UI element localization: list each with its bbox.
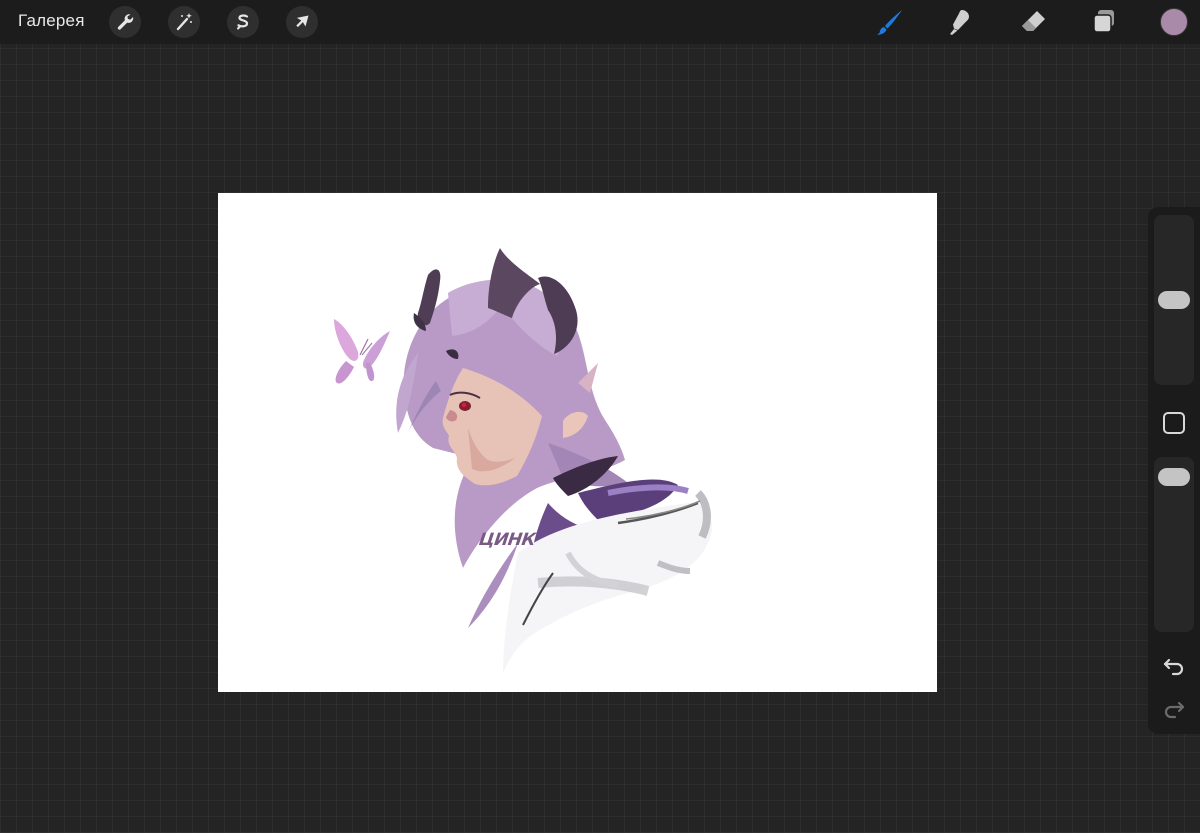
wrench-icon <box>117 14 134 30</box>
magic-wand-icon <box>176 13 192 31</box>
undo-button[interactable] <box>1160 654 1188 678</box>
adjustments-button[interactable] <box>168 6 200 38</box>
brush-size-slider[interactable] <box>1154 215 1194 385</box>
gallery-button[interactable]: Галерея <box>18 11 85 31</box>
selection-button[interactable] <box>227 6 259 38</box>
redo-icon <box>1164 701 1185 719</box>
modify-button[interactable] <box>1163 412 1185 434</box>
butterfly-drawing <box>334 319 390 384</box>
procreate-app: Галерея ЦИНК <box>0 0 1200 833</box>
artist-signature: ЦИНК <box>477 530 537 550</box>
eraser-tool-button[interactable] <box>1016 5 1050 39</box>
undo-icon <box>1163 658 1184 676</box>
drawing-canvas[interactable]: ЦИНК <box>218 193 937 692</box>
layers-icon <box>1093 10 1114 33</box>
smudge-icon <box>950 10 969 35</box>
opacity-slider[interactable] <box>1154 457 1194 632</box>
eraser-icon <box>1022 11 1045 31</box>
side-toolbar <box>1148 207 1200 734</box>
opacity-slider-thumb[interactable] <box>1158 468 1190 487</box>
brush-tool-button[interactable] <box>873 5 907 39</box>
selection-s-icon <box>237 14 249 30</box>
layers-button[interactable] <box>1087 5 1121 39</box>
brush-size-slider-thumb[interactable] <box>1158 291 1190 309</box>
smudge-tool-button[interactable] <box>944 5 978 39</box>
artwork-illustration <box>334 248 712 673</box>
color-swatch-button[interactable] <box>1160 8 1188 36</box>
brush-icon <box>877 10 902 35</box>
actions-button[interactable] <box>109 6 141 38</box>
top-toolbar: Галерея <box>0 0 1200 44</box>
character-drawing <box>396 248 712 673</box>
redo-button[interactable] <box>1160 697 1188 721</box>
arrow-cursor-icon <box>296 15 309 28</box>
transform-button[interactable] <box>286 6 318 38</box>
